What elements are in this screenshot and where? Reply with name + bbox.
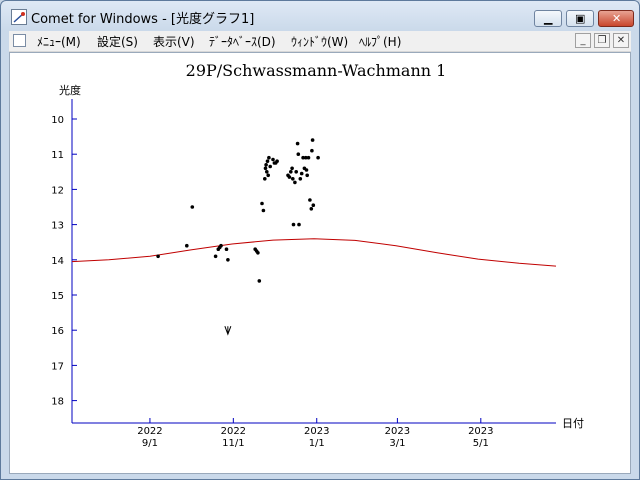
x-tick-label-date: 3/1 [389, 438, 405, 449]
y-tick-label: 15 [51, 291, 64, 302]
minimize-icon: _ [580, 35, 586, 46]
menu-item-settings[interactable]: 設定(S) [97, 33, 138, 50]
observation-point [266, 173, 271, 178]
observation-point [268, 164, 273, 169]
restore-icon: ❐ [597, 35, 607, 46]
y-axis-title: 光度 [59, 83, 81, 97]
menu-bar: ﾒﾆｭｰ(M) 設定(S) 表示(V) ﾃﾞｰﾀﾍﾞｰｽ(D) ｳｨﾝﾄﾞｳ(W… [9, 31, 631, 52]
observation-point [260, 201, 264, 206]
observation-point [295, 141, 300, 146]
observation-point [267, 155, 271, 160]
observation-point [256, 251, 260, 255]
observation-point [304, 168, 309, 172]
observation-point [271, 157, 275, 162]
observation-point [224, 247, 229, 251]
x-tick-label-date: 11/1 [222, 438, 244, 449]
title-bar[interactable]: Comet for Windows - [光度グラフ1] ▁ ▣ ✕ [1, 1, 639, 31]
x-tick-label-year: 2023 [468, 426, 493, 437]
observation-point [306, 155, 311, 160]
observation-point [291, 222, 296, 227]
observation-point [291, 177, 295, 181]
observation-point [263, 166, 268, 171]
minimize-icon: ▁ [544, 12, 553, 25]
child-close-button[interactable]: ✕ [613, 33, 629, 48]
chart-title: 29P/Schwassmann-Wachmann 1 [186, 61, 447, 80]
x-tick-label-year: 2022 [221, 426, 246, 437]
y-tick-label: 12 [51, 185, 64, 196]
observation-point [226, 258, 230, 262]
observation-point [308, 198, 312, 202]
observation-point [311, 203, 316, 207]
observation-point [294, 170, 299, 174]
observation-point [310, 138, 315, 142]
observation-point [185, 243, 189, 248]
y-tick-label: 17 [51, 361, 64, 372]
observation-point [310, 148, 314, 153]
menu-item-window[interactable]: ｳｨﾝﾄﾞｳ(W) [291, 33, 348, 50]
observation-point [264, 163, 268, 167]
x-tick-label-date: 9/1 [142, 438, 158, 449]
x-axis-title: 日付 [562, 417, 584, 430]
observation-point [298, 177, 303, 181]
minimize-button[interactable]: ▁ [534, 10, 562, 27]
light-curve-chart: 29P/Schwassmann-Wachmann 1 光度 日付 10 11 12 1… [51, 61, 584, 449]
observation-point [299, 171, 304, 176]
upper-limit-marker [224, 326, 232, 336]
x-tick-label-date: 1/1 [309, 438, 325, 449]
y-tick-label: 16 [51, 326, 64, 337]
y-tick-label: 11 [51, 150, 64, 161]
maximize-button[interactable]: ▣ [566, 10, 594, 27]
x-tick-label-date: 5/1 [473, 438, 489, 449]
observation-point [297, 222, 301, 227]
observation-point [289, 170, 293, 174]
y-tick-label: 13 [51, 221, 64, 232]
observation-point [287, 175, 292, 179]
observation-point [265, 159, 270, 163]
menu-item-view[interactable]: 表示(V) [153, 33, 195, 50]
close-icon: ✕ [612, 12, 622, 25]
observation-point [190, 205, 195, 209]
observation-point [213, 254, 218, 259]
document-icon[interactable] [13, 34, 26, 47]
observation-point [261, 208, 266, 213]
menu-item-help[interactable]: ﾍﾙﾌﾟ(H) [359, 33, 401, 50]
graph-area: 29P/Schwassmann-Wachmann 1 光度 日付 10 11 12 1… [9, 52, 631, 474]
observation-point [263, 177, 267, 181]
observation-point [290, 166, 294, 171]
observation-point [219, 243, 223, 248]
observation-point [316, 155, 320, 160]
menu-item-menu[interactable]: ﾒﾆｭｰ(M) [37, 33, 81, 50]
child-minimize-button[interactable]: _ [575, 33, 591, 48]
observation-point [265, 170, 269, 174]
close-button[interactable]: ✕ [598, 10, 634, 27]
y-tick-label: 18 [51, 397, 64, 408]
app-window: Comet for Windows - [光度グラフ1] ▁ ▣ ✕ ﾒﾆｭｰ(… [0, 0, 640, 480]
predicted-curve [71, 238, 557, 267]
y-tick-label: 10 [51, 115, 64, 126]
x-tick-label-year: 2023 [385, 426, 410, 437]
menu-item-database[interactable]: ﾃﾞｰﾀﾍﾞｰｽ(D) [209, 33, 276, 50]
observation-point [275, 159, 279, 163]
x-tick-label-year: 2023 [304, 426, 329, 437]
window-title: Comet for Windows - [光度グラフ1] [31, 12, 255, 27]
observation-point [305, 173, 310, 178]
observation-point [293, 180, 297, 185]
observation-point [296, 152, 301, 156]
restore-icon: ▣ [575, 12, 586, 25]
y-tick-label: 14 [51, 256, 64, 267]
observation-point [309, 207, 314, 211]
close-icon: ✕ [616, 35, 626, 46]
child-restore-button[interactable]: ❐ [594, 33, 610, 48]
comet-app-icon[interactable] [11, 9, 27, 25]
observation-point [257, 279, 262, 283]
x-tick-label-year: 2022 [137, 426, 162, 437]
observation-point [156, 254, 160, 259]
